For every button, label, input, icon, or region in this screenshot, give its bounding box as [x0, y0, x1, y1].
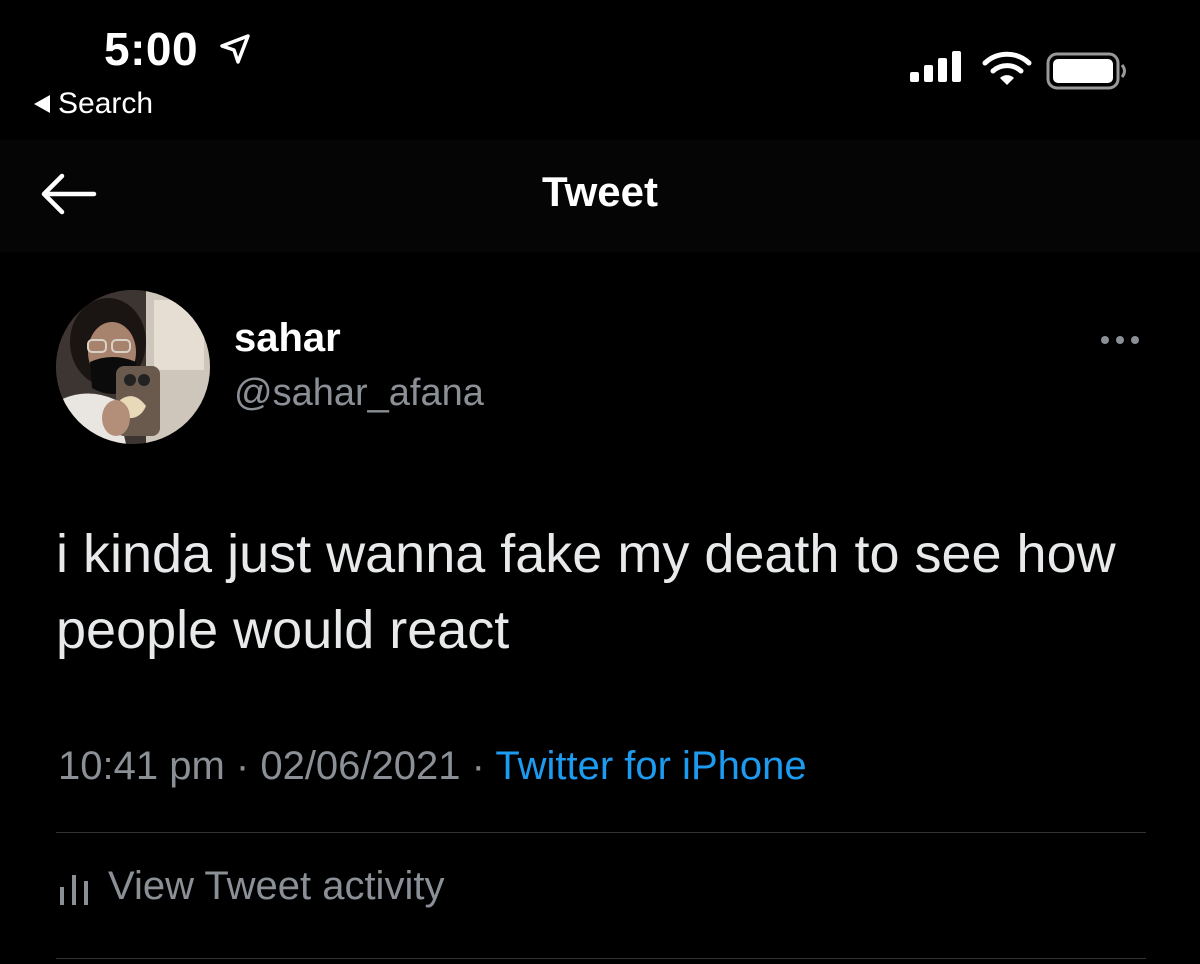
view-tweet-activity-label: View Tweet activity	[108, 864, 445, 908]
meta-separator: ·	[224, 744, 261, 788]
more-options-icon[interactable]	[1098, 330, 1142, 350]
back-triangle-icon	[34, 95, 50, 113]
location-arrow-icon	[220, 34, 250, 64]
view-tweet-activity-button[interactable]: View Tweet activity	[56, 864, 444, 909]
back-to-app-button[interactable]: Search	[34, 86, 153, 122]
divider	[56, 832, 1146, 833]
author-display-name[interactable]: sahar	[234, 316, 341, 361]
page-title: Tweet	[542, 168, 658, 215]
tweet-date: 02/06/2021	[260, 744, 461, 788]
status-bar: 5:00 Search	[0, 0, 1200, 140]
cellular-signal-icon	[910, 51, 961, 82]
divider	[56, 958, 1146, 959]
back-to-app-label: Search	[58, 87, 154, 120]
wifi-icon	[982, 51, 1032, 85]
tweet-time: 10:41 pm	[58, 744, 225, 788]
tweet-source-link[interactable]: Twitter for iPhone	[495, 744, 806, 788]
battery-icon	[1046, 52, 1126, 90]
avatar[interactable]	[56, 290, 210, 444]
author-handle[interactable]: @sahar_afana	[234, 372, 484, 415]
tweet-metadata: 10:41 pm · 02/06/2021 · Twitter for iPho…	[58, 744, 807, 789]
clock-time: 5:00	[104, 23, 199, 75]
meta-separator: ·	[460, 744, 496, 788]
tweet-text: i kinda just wanna fake my death to see …	[56, 524, 1116, 660]
navigation-bar: Tweet	[0, 140, 1200, 252]
analytics-bars-icon	[60, 874, 88, 905]
